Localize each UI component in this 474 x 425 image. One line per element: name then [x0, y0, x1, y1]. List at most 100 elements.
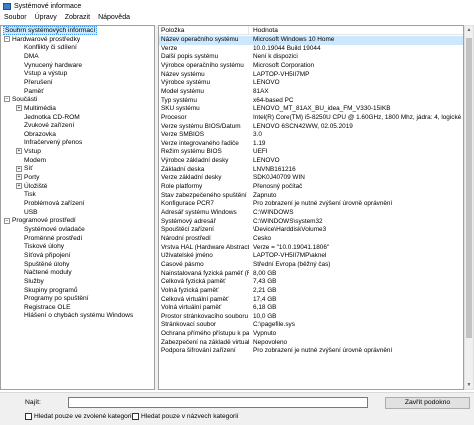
tree-item[interactable]: + Úložiště	[16, 183, 47, 192]
tree-item-label: Hlášení o chybách systému Windows	[24, 312, 134, 320]
expand-icon[interactable]: +	[16, 165, 22, 172]
tree-item[interactable]: − Součásti	[4, 96, 37, 105]
details-row[interactable]: Stav zabezpečeného spuštění Zapnuto	[159, 192, 463, 201]
menu-upravy[interactable]: Úpravy	[31, 14, 61, 21]
details-row[interactable]: Spouštěcí zařízení \Device\HarddiskVolume…	[159, 226, 463, 235]
details-row[interactable]: Název operačního systému Microsoft Window…	[159, 36, 463, 45]
details-row[interactable]: Verze systému BIOS/Datum LENOVO 6SCN42WW,…	[159, 123, 463, 132]
details-row[interactable]: SKU systému LENOVO_MT_81AX_BU_idea_FM_V33…	[159, 105, 463, 114]
column-header-item[interactable]: Položka	[159, 26, 249, 34]
details-row[interactable]: Role platformy Přenosný počítač	[159, 183, 463, 192]
tree-item[interactable]: Vstup a výstup	[24, 70, 67, 79]
tree-item[interactable]: Tiskové úlohy	[24, 243, 64, 252]
details-row[interactable]: Model systému 81AX	[159, 88, 463, 97]
details-row[interactable]: Režim systému BIOS UEFI	[159, 148, 463, 157]
details-value-cell: Střední Evropa (běžný čas)	[253, 260, 331, 268]
tree-item[interactable]: Spuštěné úlohy	[24, 261, 69, 270]
checkbox-category-names[interactable]	[132, 413, 139, 420]
collapse-icon[interactable]: −	[4, 217, 10, 224]
details-row[interactable]: Adresář systému Windows C:\WINDOWS	[159, 209, 463, 218]
details-row[interactable]: Verze SMBIOS 3.0	[159, 131, 463, 140]
details-row[interactable]: Verze integrovaného řadiče 1.19	[159, 140, 463, 149]
collapse-icon[interactable]: −	[4, 35, 10, 42]
details-row[interactable]: Typ systému x64-based PC	[159, 97, 463, 106]
scroll-thumb[interactable]	[466, 38, 472, 338]
tree-item[interactable]: Skupiny programů	[24, 287, 78, 296]
vertical-scrollbar[interactable]: ▲ ▼	[464, 25, 474, 390]
tree-item[interactable]: + Síť	[16, 165, 33, 174]
details-row[interactable]: Výrobce základní desky LENOVO	[159, 157, 463, 166]
details-row[interactable]: Verze 10.0.19044 Build 19044	[159, 45, 463, 54]
tree-item[interactable]: Přerušení	[24, 79, 53, 88]
tree-item[interactable]: − Hardwarové prostředky	[4, 36, 80, 45]
search-selected-category-option[interactable]: Hledat pouze ve zvolené kategorii	[25, 413, 133, 420]
tree-item[interactable]: Služby	[24, 278, 44, 287]
tree-item[interactable]: + Vstup	[16, 148, 41, 157]
details-row[interactable]: Stránkovací soubor C:\pagefile.sys	[159, 321, 463, 330]
close-pane-button[interactable]: Zavřít podokno	[385, 397, 470, 409]
expand-icon[interactable]: +	[16, 105, 22, 112]
details-row[interactable]: Národní prostředí Česko	[159, 235, 463, 244]
details-row[interactable]: Výrobce operačního systému Microsoft Corp…	[159, 62, 463, 71]
tree-item[interactable]: Problémová zařízení	[24, 200, 84, 209]
tree-item[interactable]: Souhrn systémových informací	[3, 26, 98, 36]
details-row[interactable]: Volná virtuální paměť 6,18 GB	[159, 304, 463, 313]
details-row[interactable]: Časové pásmo Střední Evropa (běžný čas)	[159, 261, 463, 270]
tree-item[interactable]: USB	[24, 209, 38, 218]
details-item-cell: Adresář systému Windows	[161, 209, 237, 216]
details-row[interactable]: Podpora šifrování zařízení Pro zobrazení …	[159, 347, 463, 356]
tree-item[interactable]: Proměnné prostředí	[24, 235, 82, 244]
menu-napoveda[interactable]: Nápověda	[94, 14, 134, 21]
tree-item-label: Úložiště	[24, 182, 48, 190]
tree-item[interactable]: Konflikty či sdílení	[24, 44, 77, 53]
details-row[interactable]: Zabezpečení na základě virtuali... Nepovo…	[159, 339, 463, 348]
tree-item[interactable]: Registrace OLE	[24, 304, 71, 313]
checkbox-selected-category[interactable]	[25, 413, 32, 420]
tree-item[interactable]: Programy po spuštění	[24, 295, 89, 304]
tree-item[interactable]: − Programové prostředí	[4, 217, 76, 226]
details-row[interactable]: Nainstalovaná fyzická paměť (R... 8,00 GB	[159, 270, 463, 279]
details-row[interactable]: Celková fyzická paměť 7,43 GB	[159, 278, 463, 287]
details-row[interactable]: Celková virtuální paměť 17,4 GB	[159, 296, 463, 305]
tree-item[interactable]: Obrazovka	[24, 131, 56, 140]
tree-item[interactable]: Načtené moduly	[24, 269, 72, 278]
search-category-names-option[interactable]: Hledat pouze v názvech kategorií	[132, 413, 239, 420]
details-row[interactable]: Výrobce systému LENOVO	[159, 79, 463, 88]
scroll-up-arrow-icon[interactable]: ▲	[465, 26, 473, 34]
details-row[interactable]: Procesor Intel(R) Core(TM) i5-8250U CPU @…	[159, 114, 463, 123]
tree-item[interactable]: Zvukové zařízení	[24, 122, 74, 131]
details-row[interactable]: Systémový adresář C:\WINDOWS\system32	[159, 218, 463, 227]
expand-icon[interactable]: +	[16, 148, 22, 155]
menu-zobrazit[interactable]: Zobrazit	[61, 14, 94, 21]
tree-item[interactable]: Modem	[24, 157, 46, 166]
menu-soubor[interactable]: Soubor	[0, 14, 31, 21]
details-row[interactable]: Název systému LAPTOP-VH5II7MP	[159, 71, 463, 80]
details-row[interactable]: Verze základní desky SDK0J40709 WIN	[159, 174, 463, 183]
collapse-icon[interactable]: −	[4, 96, 10, 103]
find-input[interactable]	[68, 397, 368, 408]
scroll-down-arrow-icon[interactable]: ▼	[465, 381, 473, 389]
details-row[interactable]: Volná fyzická paměť 2,21 GB	[159, 287, 463, 296]
tree-item[interactable]: Tisk	[24, 191, 36, 200]
category-tree[interactable]: Souhrn systémových informací − Hardwarové …	[0, 25, 155, 390]
column-header-value[interactable]: Hodnota	[249, 26, 463, 34]
tree-item[interactable]: Paměť	[24, 88, 44, 97]
details-row[interactable]: Prostor stránkovacího souboru 10,0 GB	[159, 313, 463, 322]
tree-item[interactable]: Systémové ovladače	[24, 226, 85, 235]
tree-item[interactable]: Infračervený přenos	[24, 139, 82, 148]
tree-item[interactable]: + Multimédia	[16, 105, 56, 114]
tree-item[interactable]: DMA	[24, 53, 39, 62]
details-row[interactable]: Další popis systému Není k dispozici	[159, 53, 463, 62]
details-row[interactable]: Vrstva HAL (Hardware Abstracti... Verze =…	[159, 244, 463, 253]
details-row[interactable]: Uživatelské jméno LAPTOP-VH5II7MP\aknel	[159, 252, 463, 261]
details-row[interactable]: Ochrana přímého přístupu k paměti Vypnuto	[159, 330, 463, 339]
expand-icon[interactable]: +	[16, 182, 22, 189]
details-row[interactable]: Základní deska LNVNB161216	[159, 166, 463, 175]
tree-item[interactable]: Síťová připojení	[24, 252, 70, 261]
tree-item[interactable]: + Porty	[16, 174, 39, 183]
tree-item[interactable]: Hlášení o chybách systému Windows	[24, 312, 133, 321]
details-row[interactable]: Konfigurace PCR7 Pro zobrazení je nutné z…	[159, 200, 463, 209]
tree-item[interactable]: Vynucený hardware	[24, 62, 82, 71]
expand-icon[interactable]: +	[16, 174, 22, 181]
tree-item[interactable]: Jednotka CD-ROM	[24, 114, 80, 123]
